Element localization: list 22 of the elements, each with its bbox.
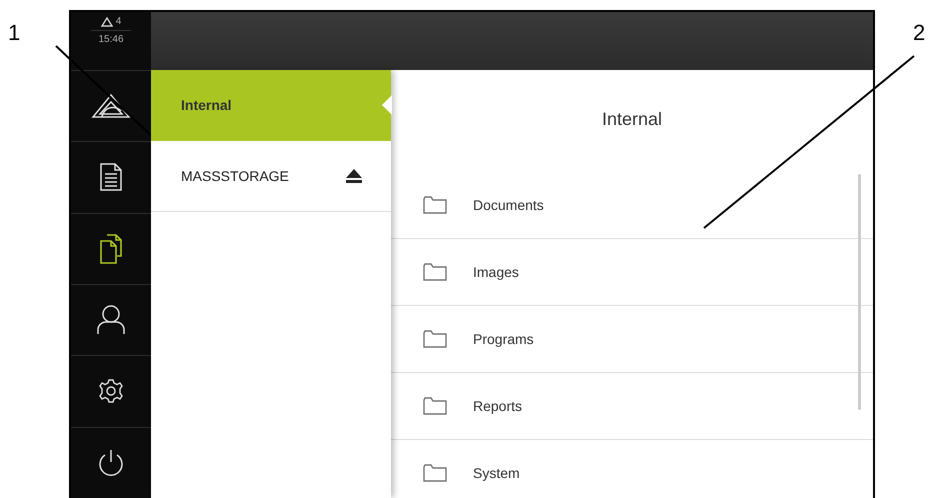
folder-item[interactable]: System xyxy=(391,440,873,498)
eject-icon[interactable] xyxy=(345,168,363,184)
warning-icon xyxy=(100,16,113,26)
document-icon xyxy=(100,163,122,192)
warning-count: 4 xyxy=(90,16,132,31)
folder-icon xyxy=(423,464,447,482)
user-icon xyxy=(97,305,125,336)
storage-item[interactable]: MASSSTORAGE xyxy=(151,141,391,212)
folder-icon xyxy=(423,196,447,214)
files-icon xyxy=(100,234,122,264)
folder-icon xyxy=(423,263,447,281)
folder-icon xyxy=(423,330,447,348)
settings-icon xyxy=(99,379,123,404)
callout-number: 2 xyxy=(913,22,926,44)
folder-title: Internal xyxy=(600,108,664,130)
storage-item[interactable]: Internal xyxy=(151,70,391,141)
callout-number: 1 xyxy=(8,22,20,44)
selection-pointer xyxy=(382,95,392,115)
folder-icon xyxy=(423,397,447,415)
clock-time: 15:46 xyxy=(98,34,124,45)
power-icon xyxy=(98,448,124,477)
scrollbar[interactable] xyxy=(858,174,861,410)
